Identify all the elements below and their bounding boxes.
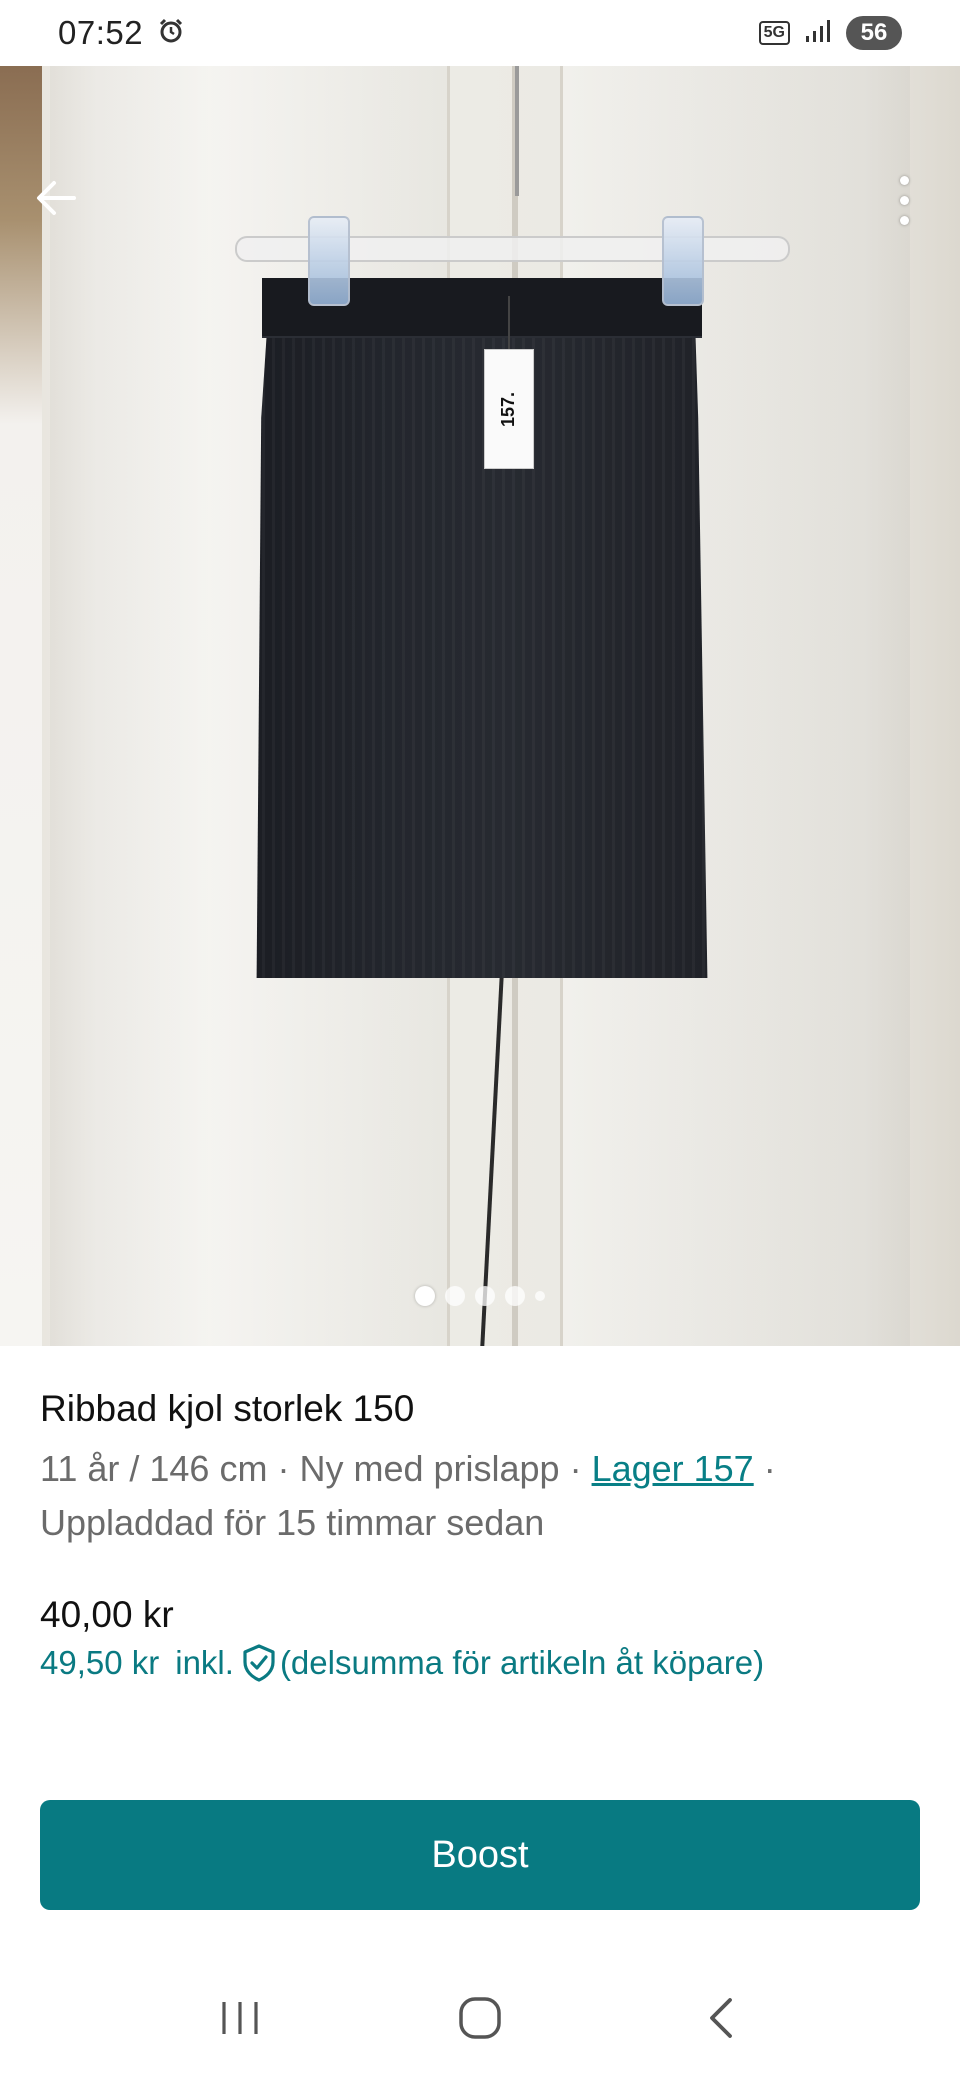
price-incl: 49,50 kr: [40, 1644, 160, 1681]
alarm-icon: [157, 17, 185, 50]
more-options-button[interactable]: [880, 166, 928, 234]
incl-note: (delsumma för artikeln åt köpare): [279, 1644, 765, 1681]
pager-dot-3[interactable]: [475, 1286, 495, 1306]
uploaded-text: Uppladdad för 15 timmar sedan: [40, 1502, 545, 1543]
brand-link[interactable]: Lager 157: [592, 1448, 754, 1489]
network-badge: 5G: [758, 21, 790, 45]
buyer-price-info[interactable]: 49,50 kr inkl. (delsumma för artikeln åt…: [40, 1644, 764, 1682]
pager-dot-2[interactable]: [445, 1286, 465, 1306]
size-text: 11 år / 146 cm: [40, 1448, 268, 1489]
image-pager: [0, 1286, 960, 1306]
back-icon: [702, 1996, 738, 2045]
listing-meta: 11 år / 146 cm · Ny med prislapp · Lager…: [40, 1448, 776, 1543]
listing-page: 07:52 5G 56 157. Ribbad kjol storlek 150…: [0, 0, 960, 2080]
back-arrow-icon: [34, 178, 78, 223]
system-back-button[interactable]: [675, 1975, 765, 2065]
condition-text: Ny med prislapp: [299, 1448, 560, 1489]
system-nav-bar: [0, 1960, 960, 2080]
price: 40,00 kr: [40, 1594, 174, 1635]
price-tag: 157.: [484, 349, 534, 469]
product-image-carousel[interactable]: 157.: [0, 66, 960, 1346]
status-time: 07:52: [58, 14, 144, 51]
recents-icon: [218, 1998, 262, 2043]
back-button[interactable]: [30, 174, 82, 226]
incl-label: inkl.: [175, 1644, 234, 1681]
recents-button[interactable]: [195, 1975, 285, 2065]
pager-dot-5[interactable]: [535, 1291, 545, 1301]
status-bar: 07:52 5G 56: [0, 0, 960, 66]
battery-indicator: 56: [846, 16, 902, 50]
pager-dot-4[interactable]: [505, 1286, 525, 1306]
home-icon: [457, 1995, 503, 2046]
skirt-photo: [256, 278, 708, 978]
shield-check-icon: [242, 1644, 276, 1682]
listing-details: Ribbad kjol storlek 150 11 år / 146 cm ·…: [40, 1386, 930, 1550]
listing-title: Ribbad kjol storlek 150: [40, 1388, 415, 1429]
pager-dot-1[interactable]: [415, 1286, 435, 1306]
signal-icon: [804, 18, 832, 49]
boost-button[interactable]: Boost: [40, 1800, 920, 1910]
home-button[interactable]: [435, 1975, 525, 2065]
more-vertical-icon: [899, 175, 909, 185]
